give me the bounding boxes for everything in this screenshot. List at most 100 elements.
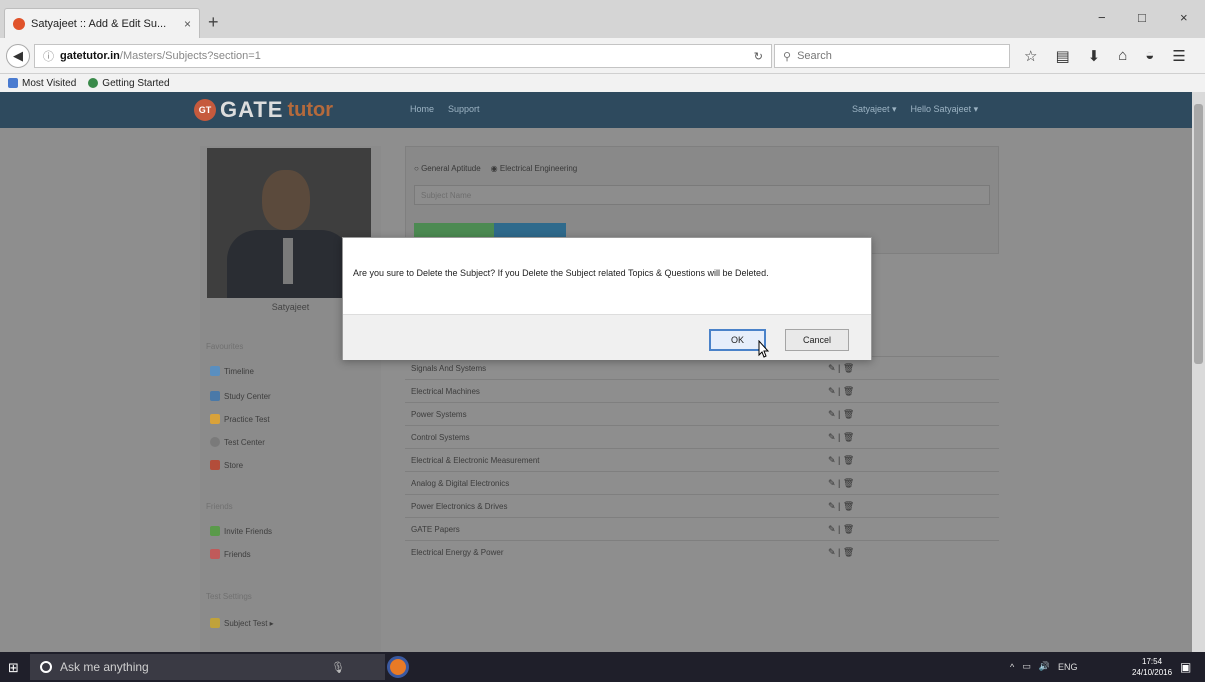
table-row: Control Systems ✎ | 🗑 bbox=[405, 425, 999, 448]
dialog-footer: OK Cancel bbox=[343, 314, 871, 360]
edit-delete-icons[interactable]: ✎ | 🗑 bbox=[828, 501, 854, 512]
invite-friends-icon bbox=[210, 526, 220, 536]
reading-list-icon[interactable]: ▤ bbox=[1055, 47, 1069, 65]
browser-tab-bar: Satyajeet :: Add & Edit Su... × + − □ × bbox=[0, 0, 1205, 38]
url-bar[interactable]: ⓘ gatetutor.in /Masters/Subjects?section… bbox=[34, 44, 772, 68]
window-close-button[interactable]: × bbox=[1180, 10, 1188, 25]
edit-delete-icons[interactable]: ✎ | 🗑 bbox=[828, 478, 854, 489]
scrollbar-thumb[interactable] bbox=[1194, 104, 1203, 364]
test-center-icon bbox=[210, 437, 220, 447]
bookmarks-bar: Most Visited Getting Started bbox=[0, 74, 1205, 92]
section-friends-title: Friends bbox=[206, 502, 233, 511]
firefox-taskbar-icon[interactable] bbox=[387, 656, 409, 678]
windows-taskbar: ⊞ Ask me anything 🎙 ^ ▭ 🔊 ENG 17:54 24/1… bbox=[0, 652, 1205, 682]
home-icon[interactable]: ⌂ bbox=[1118, 47, 1127, 65]
site-favicon-icon bbox=[13, 17, 25, 30]
sidebar-item-timeline[interactable]: Timeline bbox=[210, 366, 254, 376]
sidebar-item-label: Practice Test bbox=[224, 414, 270, 424]
edit-delete-icons[interactable]: ✎ | 🗑 bbox=[828, 363, 854, 374]
menu-icon[interactable]: ☰ bbox=[1172, 47, 1185, 65]
browser-tab[interactable]: Satyajeet :: Add & Edit Su... × bbox=[4, 8, 200, 38]
language-indicator[interactable]: ENG bbox=[1058, 662, 1078, 672]
cortana-search-box[interactable]: Ask me anything 🎙 bbox=[30, 654, 385, 680]
back-button[interactable]: ◀ bbox=[6, 44, 30, 68]
maximize-button[interactable]: □ bbox=[1138, 10, 1146, 25]
cortana-icon bbox=[40, 661, 52, 673]
volume-icon[interactable]: 🔊 bbox=[1039, 661, 1050, 672]
mouse-cursor-icon bbox=[758, 340, 770, 358]
timeline-icon bbox=[210, 366, 220, 376]
radio-label: Electrical Engineering bbox=[499, 164, 578, 173]
sidebar-item-label: Study Center bbox=[224, 391, 271, 401]
tab-close-icon[interactable]: × bbox=[184, 17, 191, 31]
pocket-icon[interactable]: ◒ bbox=[1145, 47, 1154, 65]
sidebar-item-invite-friends[interactable]: Invite Friends bbox=[210, 526, 272, 536]
edit-delete-icons[interactable]: ✎ | 🗑 bbox=[828, 547, 854, 558]
subject-name: Electrical Machines bbox=[411, 387, 480, 396]
sidebar-item-friends[interactable]: Friends bbox=[210, 549, 251, 559]
logo-badge: GT bbox=[194, 99, 216, 121]
subject-name: Power Electronics & Drives bbox=[411, 502, 508, 511]
subject-test-icon bbox=[210, 618, 220, 628]
edit-delete-icons[interactable]: ✎ | 🗑 bbox=[828, 386, 854, 397]
sidebar-item-label: Timeline bbox=[224, 366, 254, 376]
page-content: GT GATE tutor Home Support Satyajeet ▾ H… bbox=[0, 92, 1192, 652]
table-row: Power Systems ✎ | 🗑 bbox=[405, 402, 999, 425]
bookmark-most-visited[interactable]: Most Visited bbox=[8, 78, 76, 89]
minimize-button[interactable]: − bbox=[1098, 10, 1106, 25]
toolbar-icons: ☆ ▤ ⬇ ⌂ ◒ ☰ bbox=[1024, 47, 1186, 65]
store-icon bbox=[210, 460, 220, 470]
page-scrollbar[interactable] bbox=[1192, 92, 1205, 652]
sidebar-item-subject-test[interactable]: Subject Test ▸ bbox=[210, 618, 274, 628]
browser-nav-bar: ◀ ⓘ gatetutor.in /Masters/Subjects?secti… bbox=[0, 38, 1205, 74]
subject-name: Control Systems bbox=[411, 433, 470, 442]
cancel-button[interactable]: Cancel bbox=[785, 329, 849, 351]
table-row: Electrical & Electronic Measurement ✎ | … bbox=[405, 448, 999, 471]
bookmark-getting-started[interactable]: Getting Started bbox=[88, 78, 170, 89]
windows-start-icon[interactable]: ⊞ bbox=[8, 660, 19, 676]
radio-general-aptitude[interactable]: ○ General Aptitude bbox=[414, 164, 481, 173]
edit-delete-icons[interactable]: ✎ | 🗑 bbox=[828, 409, 854, 420]
sidebar-item-practice-test[interactable]: Practice Test bbox=[210, 414, 270, 424]
url-path: /Masters/Subjects?section=1 bbox=[119, 50, 261, 62]
nav-support[interactable]: Support bbox=[448, 104, 480, 114]
back-arrow-icon: ◀ bbox=[13, 48, 23, 63]
photo-tie bbox=[283, 238, 293, 284]
sidebar-item-store[interactable]: Store bbox=[210, 460, 243, 470]
microphone-icon[interactable]: 🎙 bbox=[331, 661, 345, 674]
site-logo[interactable]: GT GATE tutor bbox=[194, 97, 333, 123]
bookmark-star-icon[interactable]: ☆ bbox=[1024, 47, 1037, 65]
url-host: gatetutor.in bbox=[60, 50, 120, 62]
sidebar-item-test-center[interactable]: Test Center bbox=[210, 437, 265, 447]
download-icon[interactable]: ⬇ bbox=[1088, 47, 1101, 65]
subject-name: GATE Papers bbox=[411, 525, 460, 534]
reload-icon[interactable]: ↻ bbox=[754, 50, 763, 63]
confirm-delete-dialog: Are you sure to Delete the Subject? If y… bbox=[342, 237, 872, 360]
subject-name-input[interactable]: Subject Name bbox=[414, 185, 990, 205]
network-icon[interactable]: ▭ bbox=[1022, 661, 1031, 672]
taskbar-clock[interactable]: 17:54 24/10/2016 bbox=[1132, 656, 1172, 678]
sidebar-item-label: Friends bbox=[224, 549, 251, 559]
edit-delete-icons[interactable]: ✎ | 🗑 bbox=[828, 432, 854, 443]
new-tab-button[interactable]: + bbox=[208, 12, 219, 33]
user-dropdown[interactable]: Satyajeet ▾ bbox=[852, 104, 897, 115]
edit-delete-icons[interactable]: ✎ | 🗑 bbox=[828, 455, 854, 466]
left-sidebar: Satyajeet Favourites Timeline Study Cent… bbox=[200, 146, 381, 652]
greeting-dropdown[interactable]: Hello Satyajeet ▾ bbox=[911, 104, 979, 115]
edit-delete-icons[interactable]: ✎ | 🗑 bbox=[828, 524, 854, 535]
sidebar-item-label: Subject Test ▸ bbox=[224, 618, 274, 628]
subject-name: Analog & Digital Electronics bbox=[411, 479, 510, 488]
practice-test-icon bbox=[210, 414, 220, 424]
table-row: GATE Papers ✎ | 🗑 bbox=[405, 517, 999, 540]
site-header: GT GATE tutor Home Support Satyajeet ▾ H… bbox=[0, 92, 1192, 128]
sidebar-item-study-center[interactable]: Study Center bbox=[210, 391, 271, 401]
subject-name: Electrical & Electronic Measurement bbox=[411, 456, 540, 465]
clock-time: 17:54 bbox=[1142, 657, 1163, 666]
radio-electrical-engineering[interactable]: ◉ Electrical Engineering bbox=[491, 164, 578, 173]
show-hidden-icons-icon[interactable]: ^ bbox=[1010, 662, 1014, 672]
site-info-icon[interactable]: ⓘ bbox=[43, 48, 54, 64]
nav-home[interactable]: Home bbox=[410, 104, 434, 114]
search-placeholder: Search bbox=[797, 50, 832, 62]
search-input[interactable]: ⚲ Search bbox=[774, 44, 1010, 68]
action-center-icon[interactable]: ▣ bbox=[1180, 660, 1191, 674]
